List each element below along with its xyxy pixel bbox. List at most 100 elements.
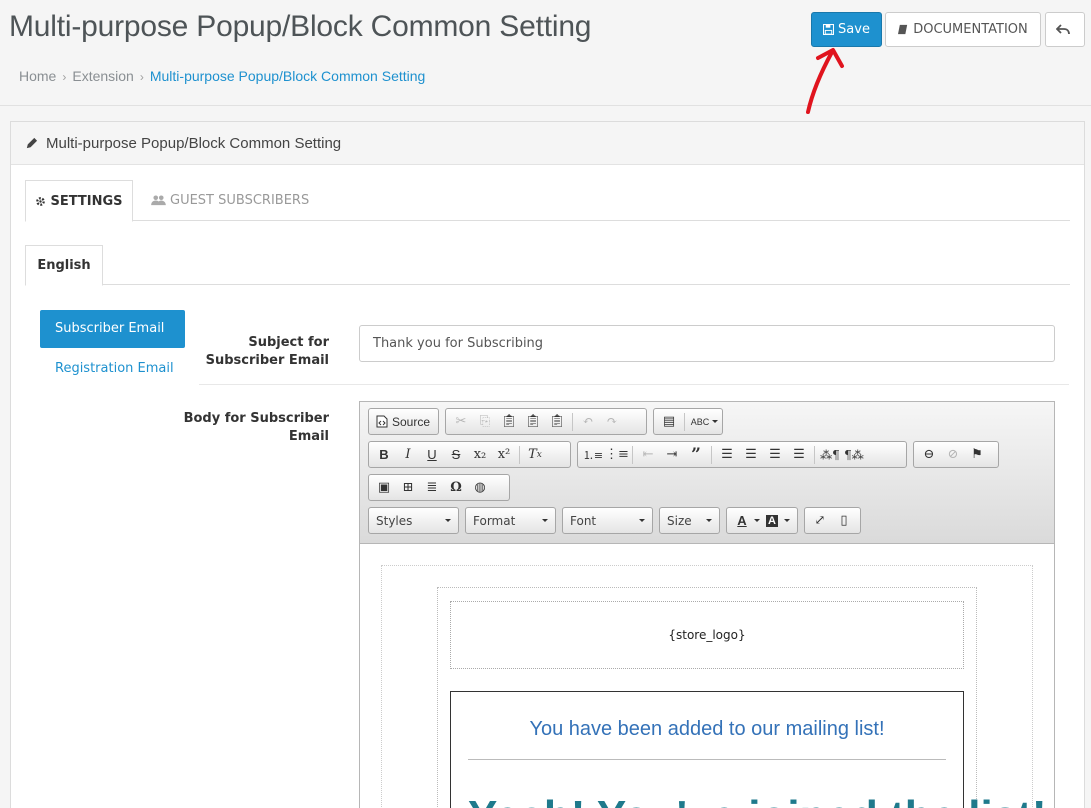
language-tabs: English xyxy=(25,245,1070,286)
toolbar-group-document: Source xyxy=(368,408,439,435)
toolbar-group-insert: ▣ ⊞ ≣ Ω ◍ xyxy=(368,474,510,501)
toolbar-group-clipboard: ✂ ⎘ 📋︎ 📋︎ 📋︎ ↶ ↷ xyxy=(445,408,647,435)
copy-icon[interactable]: ⎘ xyxy=(473,411,497,432)
breadcrumb-current[interactable]: Multi-purpose Popup/Block Common Setting xyxy=(150,68,425,84)
image-icon[interactable]: ▣ xyxy=(372,477,396,498)
form-divider xyxy=(199,384,1069,385)
ltr-icon[interactable]: ⁂¶ xyxy=(818,444,842,465)
anchor-flag-icon[interactable]: ⚑ xyxy=(965,444,989,465)
page-title: Multi-purpose Popup/Block Common Setting xyxy=(9,10,592,43)
underline-icon[interactable]: U xyxy=(420,444,444,465)
paste-word-icon[interactable]: 📋︎ xyxy=(545,411,569,432)
select-all-icon[interactable]: ▤ xyxy=(657,411,681,432)
toolbar-group-basicstyles: B I U S x₂ x² Tx xyxy=(368,441,571,468)
paste-text-icon[interactable]: 📋︎ xyxy=(521,411,545,432)
annotation-arrow-icon xyxy=(806,48,844,114)
iframe-globe-icon[interactable]: ◍ xyxy=(468,477,492,498)
text-color-icon[interactable]: A xyxy=(730,510,754,531)
toolbar-group-links: ⊖ ⊘ ⚑ xyxy=(913,441,999,468)
align-left-icon[interactable]: ☰ xyxy=(715,444,739,465)
toolbar-group-tools: ⤢ ▯ xyxy=(804,507,861,534)
indent-icon[interactable]: ⇥ xyxy=(660,444,684,465)
panel-heading: Multi-purpose Popup/Block Common Setting xyxy=(11,122,1084,165)
table-icon[interactable]: ⊞ xyxy=(396,477,420,498)
styles-dropdown[interactable]: Styles xyxy=(368,507,459,534)
paste-icon[interactable]: 📋︎ xyxy=(497,411,521,432)
align-right-icon[interactable]: ☰ xyxy=(763,444,787,465)
font-caret-icon xyxy=(639,519,645,522)
email-big-text: Yeah! You've joined the list! xyxy=(468,792,1047,808)
email-heading: You have been added to our mailing list! xyxy=(529,718,885,740)
toolbar-group-colors: A A xyxy=(726,507,798,534)
documentation-button-label: DOCUMENTATION xyxy=(913,22,1028,37)
toolbar-separator xyxy=(711,445,712,464)
undo-icon[interactable]: ↶ xyxy=(576,411,600,432)
bulleted-list-icon[interactable]: ⋮≡ xyxy=(605,444,629,465)
show-blocks-icon[interactable]: ▯ xyxy=(832,510,856,531)
gear-icon xyxy=(36,196,46,206)
styles-caret-icon xyxy=(445,519,451,522)
unlink-icon[interactable]: ⊘ xyxy=(941,444,965,465)
bg-color-icon[interactable]: A xyxy=(760,510,784,531)
remove-format-icon[interactable]: Tx xyxy=(523,444,547,465)
blockquote-icon[interactable]: ” xyxy=(684,444,708,465)
maximize-icon[interactable]: ⤢ xyxy=(808,510,832,531)
tab-settings[interactable]: SETTINGS xyxy=(25,180,133,222)
rich-text-editor: Source ✂ ⎘ 📋︎ 📋︎ 📋︎ ↶ ↷ ▤ ABC B I U S x₂… xyxy=(359,401,1055,808)
store-logo-placeholder: {store_logo} xyxy=(450,601,964,669)
page-header: Multi-purpose Popup/Block Common Setting… xyxy=(0,0,1091,114)
subject-label: Subject for Subscriber Email xyxy=(205,335,329,368)
font-dropdown-label: Font xyxy=(570,513,597,528)
numbered-list-icon[interactable]: ⒈≡ xyxy=(581,444,605,465)
toolbar-group-paragraph: ⒈≡ ⋮≡ ⇤ ⇥ ” ☰ ☰ ☰ ☰ ⁂¶ ¶⁂ xyxy=(577,441,907,468)
documentation-button[interactable]: DOCUMENTATION xyxy=(885,12,1041,47)
justify-icon[interactable]: ☰ xyxy=(787,444,811,465)
italic-icon[interactable]: I xyxy=(396,444,420,465)
editor-content[interactable]: {store_logo} You have been added to our … xyxy=(360,545,1054,808)
tab-settings-label: SETTINGS xyxy=(50,193,123,209)
source-button[interactable]: Source xyxy=(392,415,430,429)
strikethrough-icon[interactable]: S xyxy=(444,444,468,465)
link-icon[interactable]: ⊖ xyxy=(917,444,941,465)
toolbar-separator xyxy=(632,445,633,464)
align-center-icon[interactable]: ☰ xyxy=(739,444,763,465)
breadcrumb-home[interactable]: Home xyxy=(19,68,56,84)
special-char-omega-icon[interactable]: Ω xyxy=(444,477,468,498)
subscript-icon[interactable]: x₂ xyxy=(468,444,492,465)
tab-guest-subscribers-label: GUEST SUBSCRIBERS xyxy=(170,193,310,208)
bg-color-caret-icon xyxy=(784,519,790,522)
size-dropdown[interactable]: Size xyxy=(659,507,720,534)
back-button[interactable] xyxy=(1045,12,1085,47)
main-tabs: SETTINGS GUEST SUBSCRIBERS xyxy=(25,180,1070,222)
editor-toolbar: Source ✂ ⎘ 📋︎ 📋︎ 📋︎ ↶ ↷ ▤ ABC B I U S x₂… xyxy=(360,402,1054,544)
outdent-icon[interactable]: ⇤ xyxy=(636,444,660,465)
horizontal-rule-icon[interactable]: ≣ xyxy=(420,477,444,498)
source-icon xyxy=(372,411,392,432)
size-caret-icon xyxy=(706,519,712,522)
subject-input[interactable]: Thank you for Subscribing xyxy=(359,325,1055,362)
styles-dropdown-label: Styles xyxy=(376,513,413,528)
floppy-disk-icon xyxy=(823,24,835,35)
format-caret-icon xyxy=(542,519,548,522)
format-dropdown[interactable]: Format xyxy=(465,507,556,534)
settings-panel: Multi-purpose Popup/Block Common Setting… xyxy=(10,121,1085,808)
save-button[interactable]: Save xyxy=(811,12,882,47)
redo-icon[interactable]: ↷ xyxy=(600,411,624,432)
email-heading-cell: You have been added to our mailing list!… xyxy=(450,691,1047,808)
rtl-icon[interactable]: ¶⁂ xyxy=(842,444,866,465)
tab-language-english[interactable]: English xyxy=(25,245,103,286)
save-button-label: Save xyxy=(838,22,870,37)
pencil-icon xyxy=(26,137,38,148)
breadcrumb-extension[interactable]: Extension xyxy=(72,68,133,84)
reply-arrow-icon xyxy=(1056,23,1070,34)
nav-registration-email[interactable]: Registration Email xyxy=(40,350,185,388)
bold-icon[interactable]: B xyxy=(372,444,396,465)
spellcheck-icon[interactable]: ABC xyxy=(688,411,712,432)
users-icon xyxy=(151,195,166,206)
tab-guest-subscribers[interactable]: GUEST SUBSCRIBERS xyxy=(151,180,309,221)
toolbar-separator xyxy=(684,412,685,431)
cut-icon[interactable]: ✂ xyxy=(449,411,473,432)
font-dropdown[interactable]: Font xyxy=(562,507,653,534)
superscript-icon[interactable]: x² xyxy=(492,444,516,465)
nav-subscriber-email[interactable]: Subscriber Email xyxy=(40,310,185,348)
